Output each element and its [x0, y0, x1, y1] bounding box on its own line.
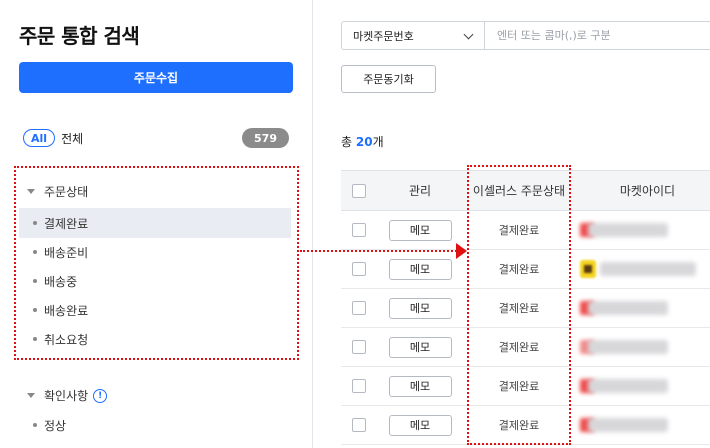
bullet-icon — [33, 308, 37, 312]
sidebar: 주문 통합 검색 주문수집 All 전체 579 주문상태 결제완료 배송준비 … — [0, 0, 313, 448]
table-header: 관리 이셀러스 주문상태 마켓아이디 — [341, 170, 710, 211]
row-status: 결제완료 — [498, 263, 540, 276]
total-prefix: 총 — [341, 135, 356, 149]
row-checkbox[interactable] — [351, 379, 366, 393]
status-item-cancel-request[interactable]: 취소요청 — [19, 324, 291, 354]
bullet-icon — [33, 279, 37, 283]
market-id-cell — [574, 211, 710, 250]
blurred-market-id — [600, 261, 696, 276]
caret-down-icon — [27, 393, 35, 398]
status-item-delivered[interactable]: 배송완료 — [19, 295, 291, 325]
market-id-cell — [574, 250, 710, 289]
blurred-market-id — [588, 300, 668, 315]
table-row: 메모 결제완료 — [341, 328, 710, 367]
table-row: 메모 결제완료 — [341, 250, 710, 289]
row-status: 결제완료 — [498, 380, 540, 393]
search-type-select[interactable]: 마켓주문번호 — [341, 21, 484, 50]
total-number: 20 — [355, 135, 373, 149]
market-logo-icon — [580, 259, 596, 278]
table-row: 메모 결제완료 — [341, 367, 710, 406]
total-count: 총 20개 — [341, 133, 384, 150]
row-status: 결제완료 — [498, 302, 540, 315]
annotation-connector-line — [300, 250, 460, 252]
collect-orders-button[interactable]: 주문수집 — [19, 62, 293, 93]
all-filter-row[interactable]: All 전체 579 — [23, 128, 289, 148]
market-id-cell — [574, 367, 710, 406]
all-count-badge: 579 — [242, 128, 289, 148]
market-id-cell — [574, 289, 710, 328]
status-item-label: 결제완료 — [44, 216, 89, 231]
row-status: 결제완료 — [498, 341, 540, 354]
header-status: 이셀러스 주문상태 — [472, 184, 566, 198]
arrow-right-icon — [456, 243, 467, 259]
main-panel: 마켓주문번호 주문동기화 총 20개 관리 이셀러스 주문상태 마켓아이디 메모… — [314, 0, 710, 448]
header-market-id: 마켓아이디 — [619, 184, 676, 198]
table-row: 메모 결제완료 — [341, 211, 710, 250]
status-item-shipping[interactable]: 배송중 — [19, 266, 291, 296]
search-input[interactable] — [484, 21, 710, 50]
bullet-icon — [33, 221, 37, 225]
status-item-label: 배송준비 — [44, 245, 89, 260]
row-checkbox[interactable] — [351, 262, 366, 276]
blurred-market-id — [588, 378, 668, 393]
bullet-icon — [33, 337, 37, 341]
memo-button[interactable]: 메모 — [388, 336, 452, 358]
select-all-checkbox[interactable] — [351, 183, 366, 198]
orders-table: 관리 이셀러스 주문상태 마켓아이디 메모 결제완료 메모 결제완료 메모 결제… — [341, 170, 710, 445]
memo-button[interactable]: 메모 — [388, 375, 452, 397]
search-type-value: 마켓주문번호 — [353, 29, 414, 43]
caret-down-icon — [27, 189, 35, 194]
check-item-label: 정상 — [44, 418, 67, 433]
status-group-label: 주문상태 — [44, 185, 89, 199]
chevron-down-icon — [463, 29, 474, 40]
memo-button[interactable]: 메모 — [388, 414, 452, 436]
blurred-market-id — [588, 339, 668, 354]
table-row: 메모 결제완료 — [341, 289, 710, 328]
status-item-payment-complete[interactable]: 결제완료 — [19, 208, 291, 238]
check-group-header[interactable]: 확인사항 ! — [27, 387, 108, 404]
row-status: 결제완료 — [498, 419, 540, 432]
memo-button[interactable]: 메모 — [388, 219, 452, 241]
table-row: 메모 결제완료 — [341, 406, 710, 445]
bullet-icon — [33, 423, 37, 427]
status-item-label: 취소요청 — [44, 332, 89, 347]
memo-button[interactable]: 메모 — [388, 258, 452, 280]
row-checkbox[interactable] — [351, 301, 366, 315]
check-item-normal[interactable]: 정상 — [19, 410, 291, 440]
header-manage: 관리 — [408, 184, 432, 198]
check-group-label: 확인사항 — [44, 389, 89, 403]
all-label: 전체 — [61, 131, 84, 146]
all-badge: All — [23, 129, 56, 147]
market-id-cell — [574, 328, 710, 367]
status-item-label: 배송완료 — [44, 303, 89, 318]
market-id-cell — [574, 406, 710, 445]
total-suffix: 개 — [372, 135, 384, 149]
info-icon[interactable]: ! — [93, 388, 108, 403]
memo-button[interactable]: 메모 — [388, 297, 452, 319]
bullet-icon — [33, 250, 37, 254]
row-checkbox[interactable] — [351, 418, 366, 432]
row-status: 결제완료 — [498, 224, 540, 237]
blurred-market-id — [588, 417, 668, 432]
status-group-header[interactable]: 주문상태 — [27, 183, 88, 200]
status-item-preparing[interactable]: 배송준비 — [19, 237, 291, 267]
page-title: 주문 통합 검색 — [19, 24, 140, 48]
blurred-market-id — [588, 222, 668, 237]
row-checkbox[interactable] — [351, 340, 366, 354]
row-checkbox[interactable] — [351, 223, 366, 237]
sync-orders-button[interactable]: 주문동기화 — [341, 65, 436, 93]
status-item-label: 배송중 — [44, 274, 78, 289]
